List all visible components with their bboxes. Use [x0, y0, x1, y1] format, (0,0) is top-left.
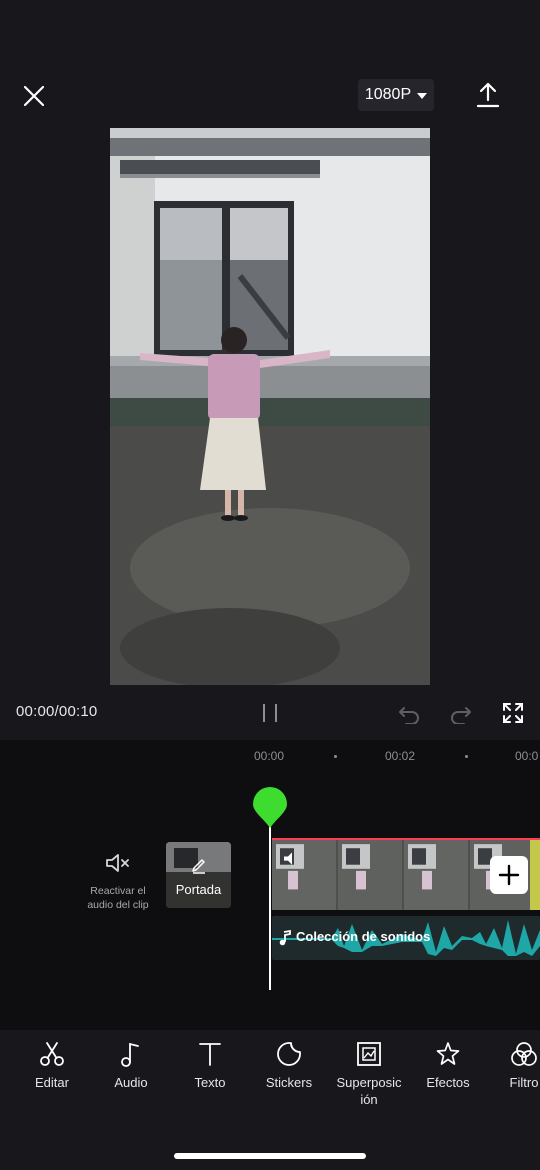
video-preview[interactable]: [110, 128, 430, 685]
ruler-tick: 00:0: [515, 749, 539, 763]
tool-superposicion[interactable]: Superposic ión: [329, 1040, 409, 1108]
resolution-label: 1080P: [364, 86, 412, 103]
timecode: 00:00/00:10: [16, 703, 98, 720]
pencil-icon: [192, 859, 205, 874]
tool-label: Superposic ión: [336, 1075, 402, 1107]
overlay-icon: [357, 1042, 381, 1066]
caret-down-icon: [417, 93, 428, 99]
unmute-clip-button[interactable]: Reactivar el audio del clip: [80, 848, 156, 912]
unmute-label: Reactivar el audio del clip: [87, 885, 149, 911]
fullscreen-icon[interactable]: [502, 702, 524, 724]
audio-track-label: Colección de sonidos: [296, 929, 431, 944]
cover-button[interactable]: Portada: [166, 842, 231, 908]
tool-stickers[interactable]: Stickers: [249, 1040, 329, 1091]
resolution-dropdown[interactable]: 1080P: [358, 79, 434, 111]
sticker-icon: [277, 1042, 301, 1066]
tool-label: Editar: [35, 1075, 69, 1090]
tool-texto[interactable]: Texto: [170, 1040, 250, 1091]
tool-label: Texto: [194, 1075, 226, 1090]
pause-icon[interactable]: [261, 704, 279, 722]
plus-icon: [498, 864, 520, 886]
tool-efectos[interactable]: Efectos: [408, 1040, 488, 1091]
audio-track[interactable]: Colección de sonidos: [272, 916, 540, 960]
playhead-handle[interactable]: [252, 787, 288, 829]
tool-label: Filtro: [509, 1075, 539, 1090]
speaker-muted-icon: [106, 854, 129, 872]
home-indicator: [174, 1153, 366, 1159]
cover-thumbnail: [166, 842, 231, 908]
tool-filtro[interactable]: Filtro: [484, 1040, 540, 1091]
tool-label: Audio: [114, 1075, 148, 1090]
bottom-toolbar: Editar Audio Texto Stickers Superposic i…: [0, 1040, 540, 1130]
scissors-icon: [40, 1042, 64, 1066]
text-icon: [199, 1043, 221, 1066]
star-icon: [436, 1042, 460, 1065]
tool-label: Stickers: [265, 1075, 313, 1090]
filter-icon: [511, 1042, 537, 1066]
music-note-icon: [279, 930, 291, 946]
cover-label: Portada: [175, 882, 222, 897]
close-icon[interactable]: [20, 82, 48, 110]
playhead-line[interactable]: [269, 820, 271, 990]
ruler-tick: 00:00: [254, 749, 285, 763]
undo-icon[interactable]: [398, 702, 420, 724]
ruler-dot: [465, 755, 468, 758]
tool-label: Efectos: [426, 1075, 470, 1090]
ruler-dot: [334, 755, 337, 758]
add-clip-button[interactable]: [490, 856, 528, 894]
redo-icon[interactable]: [450, 702, 472, 724]
tool-editar[interactable]: Editar: [12, 1040, 92, 1091]
export-icon[interactable]: [474, 80, 502, 110]
tool-audio[interactable]: Audio: [91, 1040, 171, 1091]
music-note-icon: [121, 1042, 139, 1067]
ruler-tick: 00:02: [385, 749, 416, 763]
